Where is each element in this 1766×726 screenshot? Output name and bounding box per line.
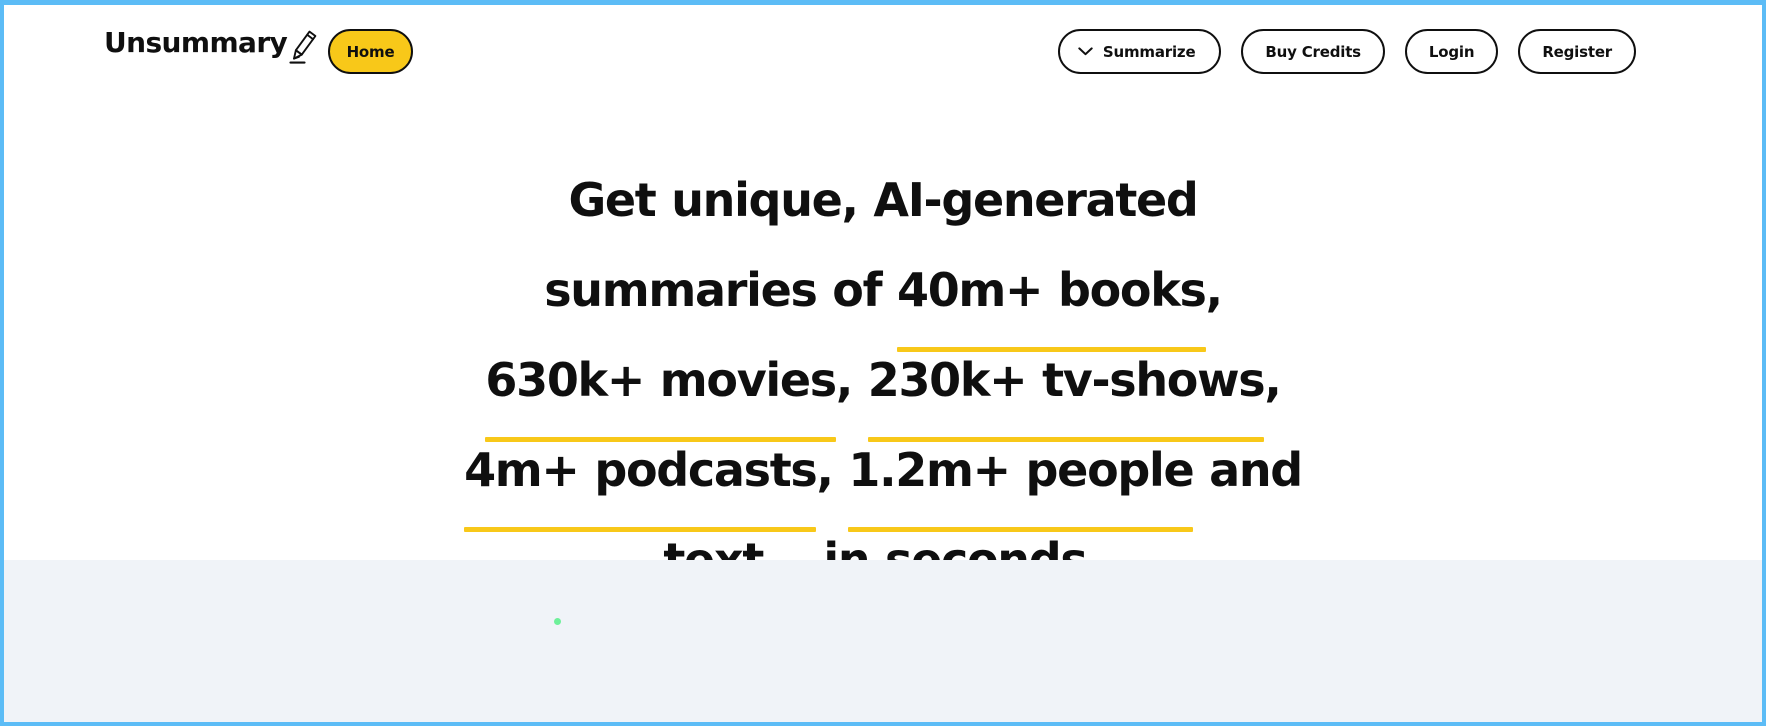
browser-viewport: Unsummary Home Summarize Buy Credits Log… — [0, 0, 1766, 726]
stat-podcasts: 4m+ podcasts — [464, 425, 818, 532]
nav-home-button[interactable]: Home — [328, 29, 413, 74]
buy-credits-button[interactable]: Buy Credits — [1241, 29, 1385, 74]
page-body: Unsummary Home Summarize Buy Credits Log… — [4, 5, 1762, 722]
hero-sep-3: , — [1264, 353, 1282, 407]
summarize-label: Summarize — [1102, 42, 1196, 61]
header-nav-actions: Summarize Buy Credits Login Register — [1057, 29, 1636, 74]
hero-sep-1: , — [1205, 263, 1224, 317]
login-button[interactable]: Login — [1404, 29, 1499, 74]
site-header: Unsummary Home Summarize Buy Credits Log… — [4, 5, 1762, 99]
stat-books: 40m+ books — [897, 245, 1207, 352]
summarize-dropdown-button[interactable]: Summarize — [1057, 29, 1222, 74]
chevron-down-icon — [1078, 47, 1093, 56]
stat-tvshows: 230k+ tv-shows — [867, 335, 1266, 442]
page-title: Get unique, AI-generated summaries of 40… — [443, 155, 1323, 622]
stat-people: 1.2m+ people — [848, 425, 1195, 532]
brand-logo[interactable]: Unsummary — [104, 27, 319, 65]
stat-movies: 630k+ movies — [485, 335, 837, 442]
hero-section: Get unique, AI-generated summaries of 40… — [4, 155, 1762, 622]
hero-sep-4: , — [816, 443, 849, 497]
content-loading-section — [4, 560, 1762, 722]
brand-name: Unsummary — [104, 26, 288, 59]
hero-sep-2: , — [835, 353, 868, 407]
loading-indicator-dot — [554, 618, 561, 625]
register-button[interactable]: Register — [1518, 29, 1636, 74]
pencil-icon — [289, 30, 317, 64]
hero-sep-5: and — [1193, 443, 1303, 497]
